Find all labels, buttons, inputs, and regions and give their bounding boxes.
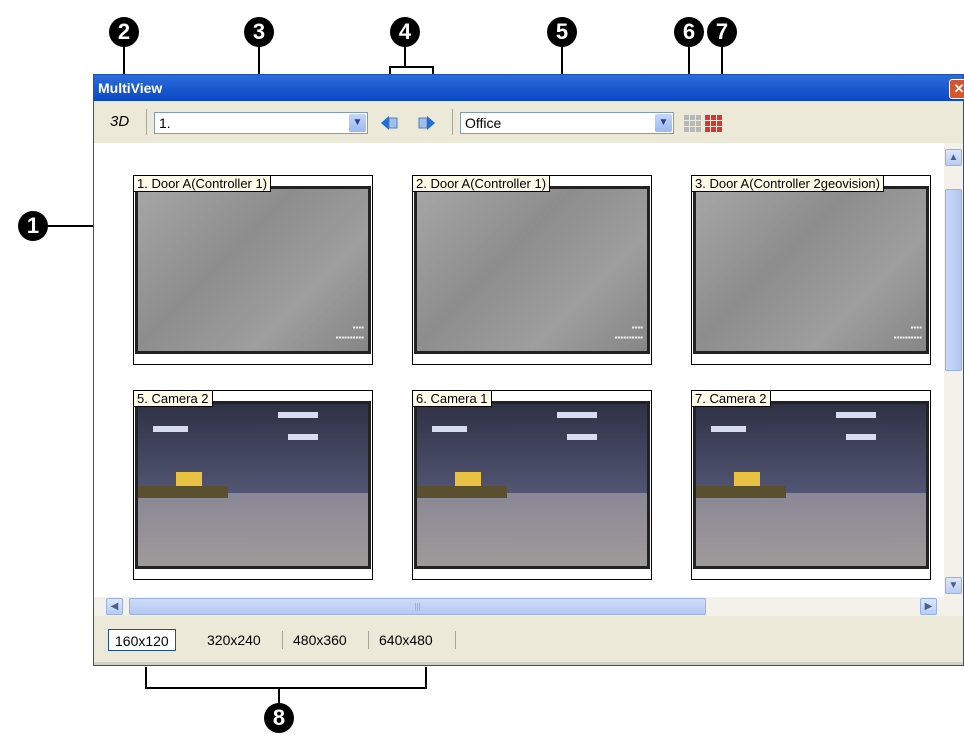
camera-video [135, 401, 371, 569]
callout-8-left [145, 667, 147, 689]
horizontal-scrollbar[interactable]: ◀ ||| ▶ [94, 597, 963, 616]
resolution-separator [455, 631, 456, 649]
office-scene [417, 404, 647, 566]
group-select-value: Office [465, 115, 502, 131]
resolution-bar: 160x120 320x240 480x360 640x480 [94, 616, 963, 662]
next-page-icon[interactable] [416, 113, 438, 133]
multiview-window: MultiView ✕ 3D 1. ▼ Office ▼ 1. Door A(C… [93, 74, 964, 666]
callout-1: 1 [18, 211, 48, 241]
camera-tile[interactable]: 3. Door A(Controller 2geovision) ▪▪▪▪ ▪▪▪… [691, 175, 931, 365]
close-all-icon[interactable] [702, 113, 724, 133]
camera-tile-label: 7. Camera 2 [692, 391, 771, 407]
chevron-down-icon[interactable]: ▼ [655, 114, 672, 132]
3d-button[interactable]: 3D [110, 113, 129, 130]
callout-7: 7 [707, 17, 737, 47]
camera-select[interactable]: 1. ▼ [154, 112, 368, 134]
camera-select-value: 1. [159, 115, 171, 131]
scroll-left-button[interactable]: ◀ [106, 598, 123, 615]
red-grid-glyph [704, 114, 722, 132]
camera-tile[interactable]: 1. Door A(Controller 1) ▪▪▪▪ ▪▪▪▪▪▪▪▪▪▪ [133, 175, 373, 365]
callout-5: 5 [547, 17, 577, 47]
camera-tile-label: 5. Camera 2 [134, 391, 213, 407]
camera-grid: 1. Door A(Controller 1) ▪▪▪▪ ▪▪▪▪▪▪▪▪▪▪ 2… [94, 143, 944, 597]
callout-4-stem [404, 47, 406, 67]
door-scene: ▪▪▪▪ ▪▪▪▪▪▪▪▪▪▪ [138, 189, 368, 351]
close-button[interactable]: ✕ [949, 79, 964, 99]
door-scene: ▪▪▪▪ ▪▪▪▪▪▪▪▪▪▪ [696, 189, 926, 351]
camera-tile-label: 1. Door A(Controller 1) [134, 176, 272, 192]
horizontal-scroll-thumb[interactable]: ||| [129, 598, 706, 615]
resolution-separator [368, 631, 369, 649]
group-select[interactable]: Office ▼ [460, 112, 674, 134]
prev-page-icon[interactable] [378, 113, 400, 133]
camera-tile-label: 3. Door A(Controller 2geovision) [692, 176, 884, 192]
scroll-right-button[interactable]: ▶ [920, 598, 937, 615]
camera-tile-label: 2. Door A(Controller 1) [413, 176, 551, 192]
resolution-320x240[interactable]: 320x240 [201, 629, 267, 651]
scroll-down-button[interactable]: ▼ [945, 577, 962, 594]
callout-4: 4 [390, 17, 420, 47]
resolution-separator [282, 631, 283, 649]
layout-grid-icon[interactable] [681, 113, 703, 133]
camera-video [414, 401, 650, 569]
door-scene: ▪▪▪▪ ▪▪▪▪▪▪▪▪▪▪ [417, 189, 647, 351]
callout-4-bar [389, 66, 434, 68]
title-bar[interactable]: MultiView ✕ [94, 75, 964, 101]
camera-tile[interactable]: 7. Camera 2 [691, 390, 931, 580]
chevron-down-icon[interactable]: ▼ [349, 114, 366, 132]
callout-8-stem [278, 688, 280, 704]
office-scene [138, 404, 368, 566]
close-icon: ✕ [953, 81, 964, 96]
camera-video: ▪▪▪▪ ▪▪▪▪▪▪▪▪▪▪ [693, 186, 929, 354]
camera-tile[interactable]: 6. Camera 1 [412, 390, 652, 580]
camera-tile[interactable]: 2. Door A(Controller 1) ▪▪▪▪ ▪▪▪▪▪▪▪▪▪▪ [412, 175, 652, 365]
vertical-scrollbar[interactable]: ▲ ▼ [944, 143, 963, 597]
callout-8-right [425, 667, 427, 689]
callout-8-bar [145, 687, 427, 689]
camera-video: ▪▪▪▪ ▪▪▪▪▪▪▪▪▪▪ [135, 186, 371, 354]
camera-tile-label: 6. Camera 1 [413, 391, 492, 407]
toolbar: 3D 1. ▼ Office ▼ [94, 101, 963, 144]
grid-glyph [683, 114, 701, 132]
resolution-640x480[interactable]: 640x480 [373, 629, 439, 651]
window-title: MultiView [98, 80, 163, 96]
callout-2: 2 [109, 17, 139, 47]
scroll-up-button[interactable]: ▲ [945, 149, 962, 166]
resolution-160x120[interactable]: 160x120 [108, 629, 176, 651]
callout-6: 6 [674, 17, 704, 47]
toolbar-separator [452, 109, 453, 135]
vertical-scroll-thumb[interactable] [945, 189, 962, 371]
toolbar-separator [146, 109, 147, 135]
callout-3: 3 [244, 17, 274, 47]
camera-tile[interactable]: 5. Camera 2 [133, 390, 373, 580]
resolution-480x360[interactable]: 480x360 [287, 629, 353, 651]
office-scene [696, 404, 926, 566]
camera-video: ▪▪▪▪ ▪▪▪▪▪▪▪▪▪▪ [414, 186, 650, 354]
callout-8: 8 [264, 703, 294, 733]
camera-video [693, 401, 929, 569]
